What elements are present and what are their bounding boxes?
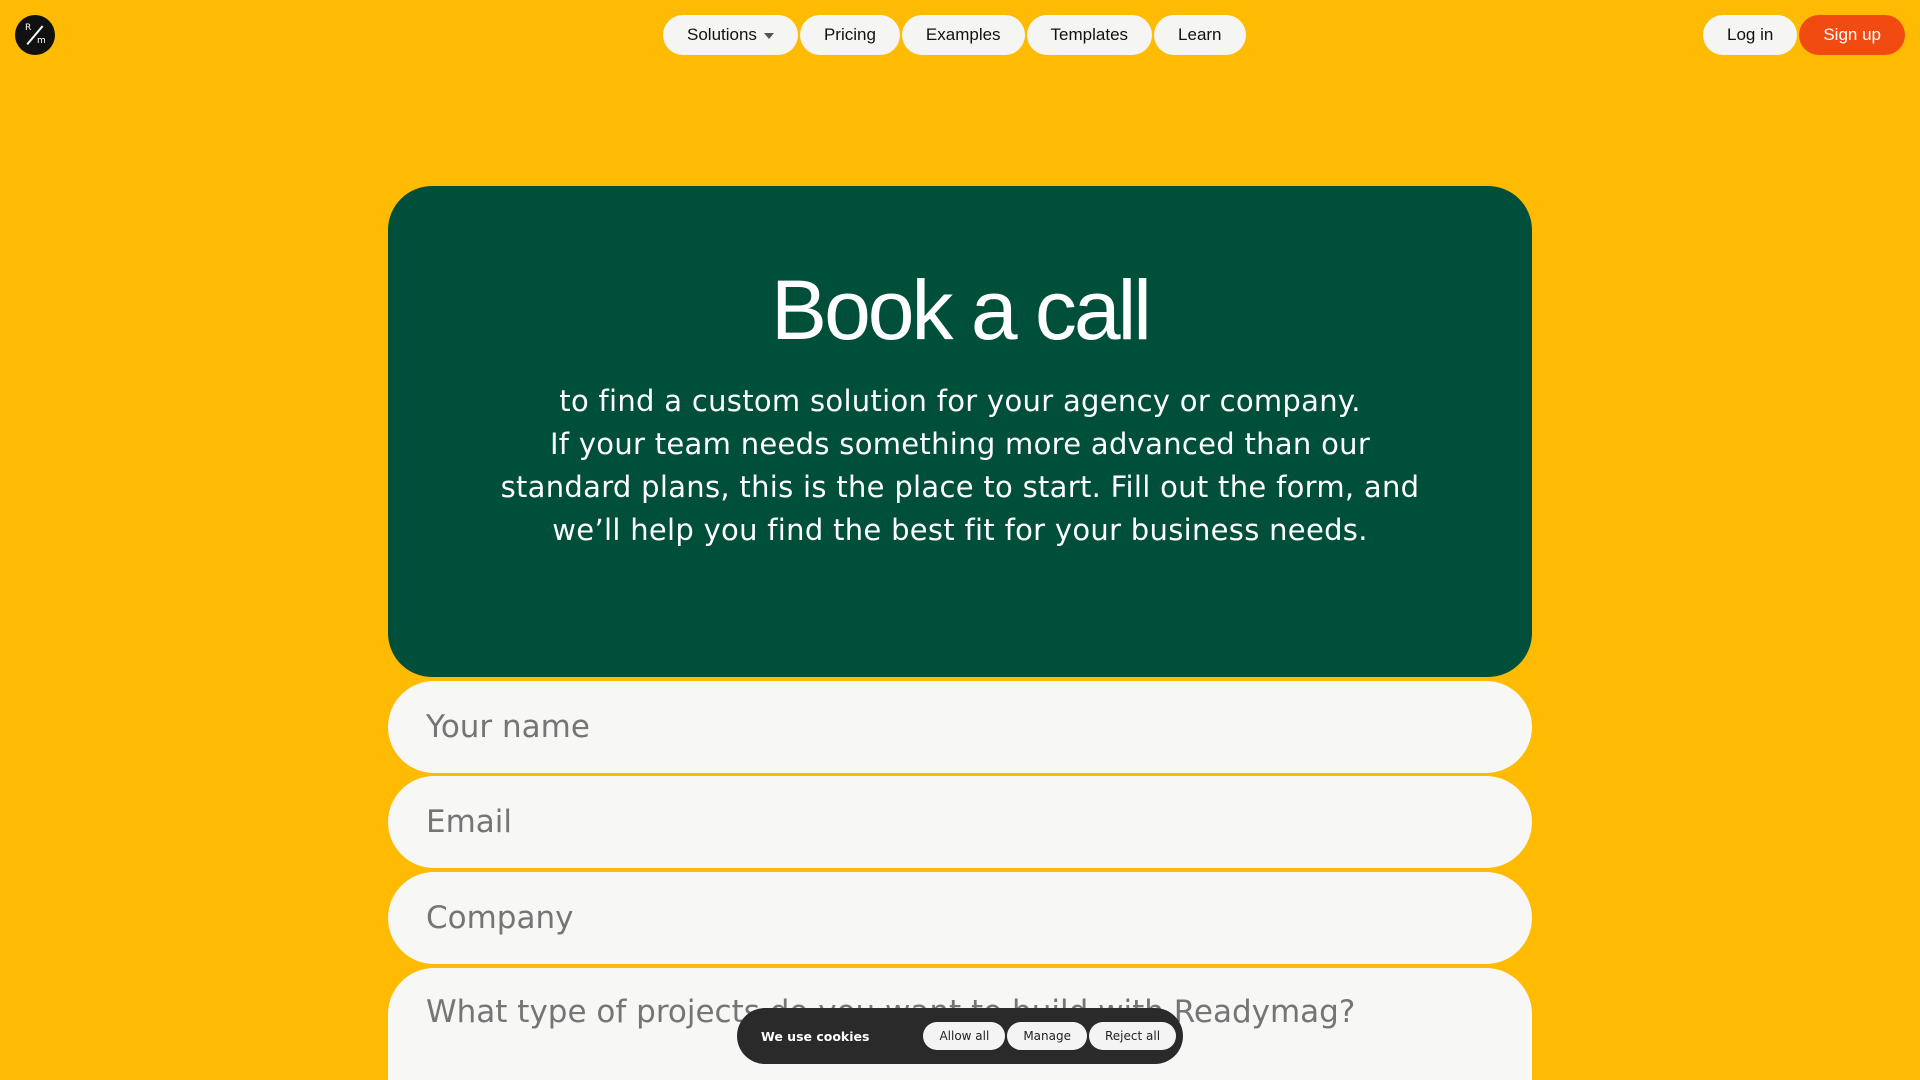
reject-all-cookies-button[interactable]: Reject all — [1089, 1022, 1177, 1050]
hero-body: If your team needs something more advanc… — [500, 427, 1420, 547]
cookie-banner: We use cookies Allow all Manage Reject a… — [737, 1008, 1183, 1064]
login-button[interactable]: Log in — [1703, 15, 1798, 55]
company-field[interactable] — [388, 872, 1532, 964]
logo-letter-r: R — [25, 23, 32, 33]
manage-cookies-button[interactable]: Manage — [1007, 1022, 1087, 1050]
email-field[interactable] — [388, 776, 1532, 868]
main-nav: Solutions Pricing Examples Templates Lea… — [663, 15, 1246, 55]
page-title: Book a call — [771, 263, 1152, 357]
nav-solutions-label: Solutions — [687, 25, 757, 44]
nav-templates[interactable]: Templates — [1026, 15, 1153, 55]
hero-lead: to find a custom solution for your agenc… — [559, 384, 1361, 418]
cookie-label: We use cookies — [761, 1028, 870, 1044]
cookie-actions: Allow all Manage Reject all — [923, 1022, 1177, 1050]
allow-all-cookies-button[interactable]: Allow all — [923, 1022, 1006, 1050]
name-field[interactable] — [388, 681, 1532, 773]
nav-examples[interactable]: Examples — [901, 15, 1025, 55]
auth-buttons: Log in Sign up — [1703, 15, 1905, 55]
readymag-logo[interactable]: R m — [15, 15, 55, 55]
hero-description: to find a custom solution for your agenc… — [500, 380, 1420, 552]
chevron-down-icon — [763, 33, 774, 39]
logo-letter-m: m — [37, 36, 46, 46]
signup-button[interactable]: Sign up — [1799, 15, 1905, 55]
nav-learn[interactable]: Learn — [1154, 15, 1246, 55]
nav-solutions[interactable]: Solutions — [663, 15, 798, 55]
nav-pricing[interactable]: Pricing — [799, 15, 900, 55]
hero-card: Book a call to find a custom solution fo… — [388, 186, 1532, 677]
